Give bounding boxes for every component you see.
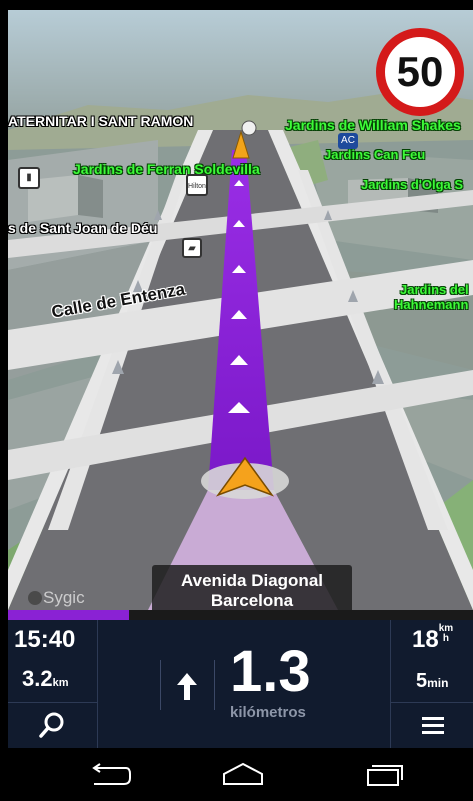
map-view[interactable]: ATERNITAR I SANT RAMON Jardins de Willia… xyxy=(8,10,473,610)
sygic-logo-text: Sygic xyxy=(43,588,85,607)
divider xyxy=(8,702,97,703)
search-button[interactable] xyxy=(34,710,70,742)
divider xyxy=(97,620,98,748)
remaining-time-value: 5 xyxy=(416,670,428,692)
back-button[interactable] xyxy=(86,762,132,793)
recents-icon xyxy=(367,765,403,786)
district-label: ATERNITAR I SANT RAMON xyxy=(8,113,194,129)
route-progress-bar xyxy=(8,610,473,620)
remaining-time: 5min xyxy=(416,670,448,693)
remaining-time-unit: min xyxy=(427,676,449,690)
current-speed-value: 18 xyxy=(412,626,439,653)
remaining-distance: 3.2km xyxy=(22,666,69,692)
menu-button[interactable] xyxy=(420,714,446,736)
speed-limit-sign: 50 xyxy=(376,28,464,116)
speed-unit-bottom: h xyxy=(442,633,449,644)
home-icon xyxy=(223,762,263,785)
park-label-ferran: Jardins de Ferran Soldevilla xyxy=(73,161,260,177)
ac-badge[interactable]: AC xyxy=(338,133,358,149)
sygic-logo-icon xyxy=(28,591,42,605)
straight-arrow-icon xyxy=(177,673,197,700)
divider xyxy=(390,620,391,748)
back-icon xyxy=(92,763,131,785)
next-turn-unit: kilómetros xyxy=(230,704,306,721)
navigation-screen: ATERNITAR I SANT RAMON Jardins de Willia… xyxy=(0,0,473,801)
current-speed: 18km h xyxy=(412,624,453,654)
speed-unit: km h xyxy=(439,624,453,644)
search-icon xyxy=(39,712,64,738)
next-turn-distance: 1.3 xyxy=(230,639,311,704)
park-label-hahnemann: Hahnemann xyxy=(394,297,469,312)
arrival-time: 15:40 xyxy=(14,626,76,653)
park-label-del: Jardins del xyxy=(400,282,469,297)
menu-icon xyxy=(422,717,444,734)
direction-arrow xyxy=(174,670,200,707)
current-street-name: Avenida Diagonal xyxy=(180,571,323,590)
divider xyxy=(160,660,161,710)
recents-button[interactable] xyxy=(362,762,408,793)
park-label-william: Jardins de William Shakes xyxy=(285,117,461,133)
current-street-box: Avenida Diagonal Barcelona xyxy=(152,565,352,610)
poi-icon-parking[interactable]: ▮ xyxy=(18,167,40,189)
route-progress-fill xyxy=(8,610,129,620)
info-panel: 15:40 3.2km 1.3 kilómetros 18km h 5min xyxy=(8,620,473,748)
park-label-olga: Jardins d'Olga S xyxy=(361,177,464,192)
sygic-logo: Sygic xyxy=(28,588,85,608)
current-street-city: Barcelona xyxy=(210,591,294,610)
divider xyxy=(390,702,473,703)
home-button[interactable] xyxy=(220,762,266,793)
hotel-poi-icon[interactable]: Hilton xyxy=(186,174,208,196)
system-nav-bar xyxy=(8,748,473,801)
remaining-distance-value: 3.2 xyxy=(22,666,53,691)
remaining-distance-unit: km xyxy=(52,677,69,689)
park-label-can-feu: Jardins Can Feu xyxy=(324,147,426,162)
divider xyxy=(214,660,215,710)
hospital-label: s de Sant Joan de Déu xyxy=(8,220,158,236)
shop-poi-icon[interactable]: ▰ xyxy=(182,238,202,258)
